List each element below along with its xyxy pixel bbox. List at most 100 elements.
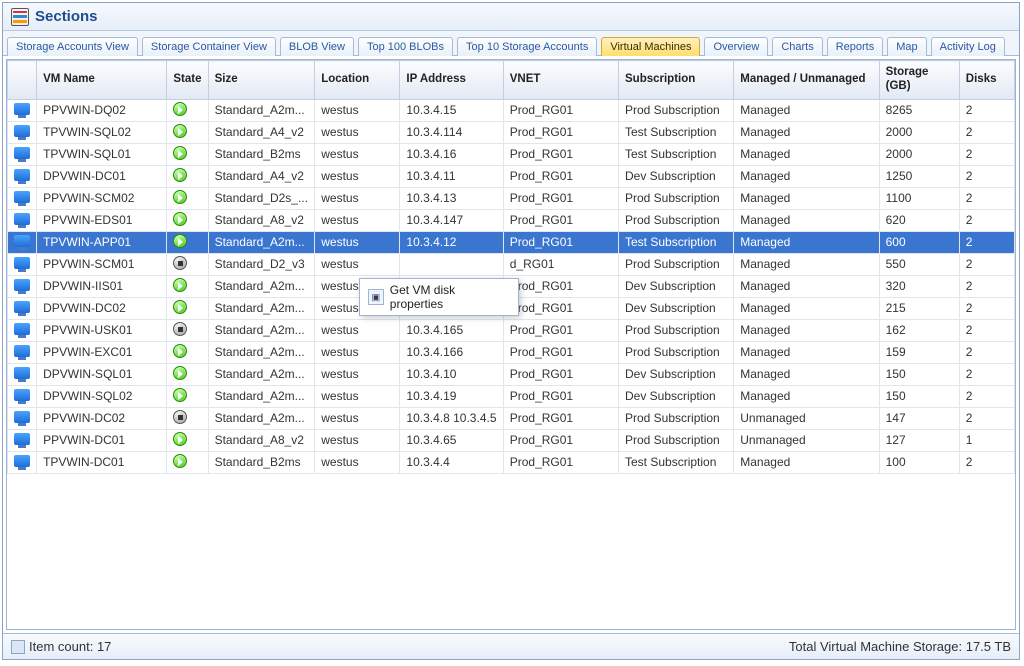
col-header-storage[interactable]: Storage (GB) [879, 61, 959, 100]
cell: Managed [734, 275, 879, 297]
col-header-vmname[interactable]: VM Name [37, 61, 167, 100]
tab-reports[interactable]: Reports [827, 37, 884, 56]
col-header-state[interactable]: State [167, 61, 208, 100]
table-row[interactable]: TPVWIN-SQL01Standard_B2mswestus10.3.4.16… [8, 143, 1015, 165]
cell [167, 275, 208, 297]
table-row[interactable]: DPVWIN-DC01Standard_A4_v2westus10.3.4.11… [8, 165, 1015, 187]
item-count-value: 17 [97, 639, 111, 654]
state-running-icon [173, 234, 187, 248]
titlebar: Sections [3, 3, 1019, 31]
cell: d_RG01 [503, 253, 618, 275]
cell: Prod_RG01 [503, 231, 618, 253]
cell: Standard_A4_v2 [208, 121, 315, 143]
tab-strip: Storage Accounts ViewStorage Container V… [3, 31, 1019, 56]
vm-icon [14, 345, 30, 357]
col-header-ip[interactable]: IP Address [400, 61, 503, 100]
tab-storage-container-view[interactable]: Storage Container View [142, 37, 276, 56]
col-header-size[interactable]: Size [208, 61, 315, 100]
col-header-icon[interactable] [8, 61, 37, 100]
cell: Prod Subscription [619, 209, 734, 231]
col-header-location[interactable]: Location [315, 61, 400, 100]
table-row[interactable]: PPVWIN-EXC01Standard_A2m...westus10.3.4.… [8, 341, 1015, 363]
cell: 10.3.4.147 [400, 209, 503, 231]
table-row[interactable]: PPVWIN-DC01Standard_A8_v2westus10.3.4.65… [8, 429, 1015, 451]
cell: PPVWIN-DC01 [37, 429, 167, 451]
cell: 159 [879, 341, 959, 363]
state-stopped-icon [173, 322, 187, 336]
tab-charts[interactable]: Charts [772, 37, 822, 56]
vm-icon [14, 389, 30, 401]
table-row[interactable]: TPVWIN-DC01Standard_B2mswestus10.3.4.4Pr… [8, 451, 1015, 473]
col-header-subscription[interactable]: Subscription [619, 61, 734, 100]
cell: Managed [734, 341, 879, 363]
context-menu-get-disk-properties[interactable]: ▣ Get VM disk properties [362, 281, 516, 313]
cell: 127 [879, 429, 959, 451]
tab-overview[interactable]: Overview [704, 37, 768, 56]
cell: Unmanaged [734, 429, 879, 451]
cell: 1250 [879, 165, 959, 187]
cell [167, 407, 208, 429]
cell [167, 253, 208, 275]
tab-map[interactable]: Map [887, 37, 926, 56]
table-row[interactable]: DPVWIN-SQL01Standard_A2m...westus10.3.4.… [8, 363, 1015, 385]
cell: 8265 [879, 99, 959, 121]
cell [167, 319, 208, 341]
cell [8, 121, 37, 143]
cell: 100 [879, 451, 959, 473]
cell: Managed [734, 143, 879, 165]
cell: westus [315, 341, 400, 363]
table-row[interactable]: TPVWIN-SQL02Standard_A4_v2westus10.3.4.1… [8, 121, 1015, 143]
table-row[interactable]: PPVWIN-USK01Standard_A2m...westus10.3.4.… [8, 319, 1015, 341]
tab-blob-view[interactable]: BLOB View [280, 37, 354, 56]
state-running-icon [173, 388, 187, 402]
cell: Dev Subscription [619, 275, 734, 297]
cell: PPVWIN-EXC01 [37, 341, 167, 363]
tab-top-10-storage-accounts[interactable]: Top 10 Storage Accounts [457, 37, 597, 56]
cell: 2 [959, 407, 1014, 429]
cell [167, 341, 208, 363]
col-header-managed[interactable]: Managed / Unmanaged [734, 61, 879, 100]
vm-icon [14, 367, 30, 379]
cell: 2 [959, 319, 1014, 341]
table-row[interactable]: PPVWIN-DQ02Standard_A2m...westus10.3.4.1… [8, 99, 1015, 121]
cell: 10.3.4.114 [400, 121, 503, 143]
table-row[interactable]: PPVWIN-SCM02Standard_D2s_...westus10.3.4… [8, 187, 1015, 209]
cell: Standard_A2m... [208, 407, 315, 429]
cell: Prod_RG01 [503, 209, 618, 231]
cell: Test Subscription [619, 231, 734, 253]
vm-icon [14, 279, 30, 291]
cell [8, 429, 37, 451]
state-running-icon [173, 454, 187, 468]
tab-storage-accounts-view[interactable]: Storage Accounts View [7, 37, 138, 56]
cell: 1100 [879, 187, 959, 209]
cell: 10.3.4.12 [400, 231, 503, 253]
cell: westus [315, 253, 400, 275]
cell [8, 363, 37, 385]
cell: Standard_A2m... [208, 319, 315, 341]
vm-icon [14, 433, 30, 445]
table-row[interactable]: PPVWIN-SCM01Standard_D2_v3westusd_RG01Pr… [8, 253, 1015, 275]
state-stopped-icon [173, 410, 187, 424]
cell [8, 187, 37, 209]
cell: Prod_RG01 [503, 341, 618, 363]
cell: Managed [734, 187, 879, 209]
tab-activity-log[interactable]: Activity Log [931, 37, 1005, 56]
cell [400, 253, 503, 275]
table-row[interactable]: DPVWIN-SQL02Standard_A2m...westus10.3.4.… [8, 385, 1015, 407]
cell: Standard_D2_v3 [208, 253, 315, 275]
col-header-vnet[interactable]: VNET [503, 61, 618, 100]
table-row[interactable]: PPVWIN-EDS01Standard_A8_v2westus10.3.4.1… [8, 209, 1015, 231]
table-row[interactable]: TPVWIN-APP01Standard_A2m...westus10.3.4.… [8, 231, 1015, 253]
cell: westus [315, 319, 400, 341]
status-left: Item count: 17 [11, 639, 111, 654]
table-row[interactable]: PPVWIN-DC02Standard_A2m...westus10.3.4.8… [8, 407, 1015, 429]
cell [8, 319, 37, 341]
app-logo-icon [11, 8, 29, 26]
cell: Prod_RG01 [503, 275, 618, 297]
cell: 2 [959, 363, 1014, 385]
col-header-disks[interactable]: Disks [959, 61, 1014, 100]
cell: TPVWIN-APP01 [37, 231, 167, 253]
tab-virtual-machines[interactable]: Virtual Machines [601, 37, 700, 56]
tab-top-100-blobs[interactable]: Top 100 BLOBs [358, 37, 453, 56]
cell: westus [315, 165, 400, 187]
